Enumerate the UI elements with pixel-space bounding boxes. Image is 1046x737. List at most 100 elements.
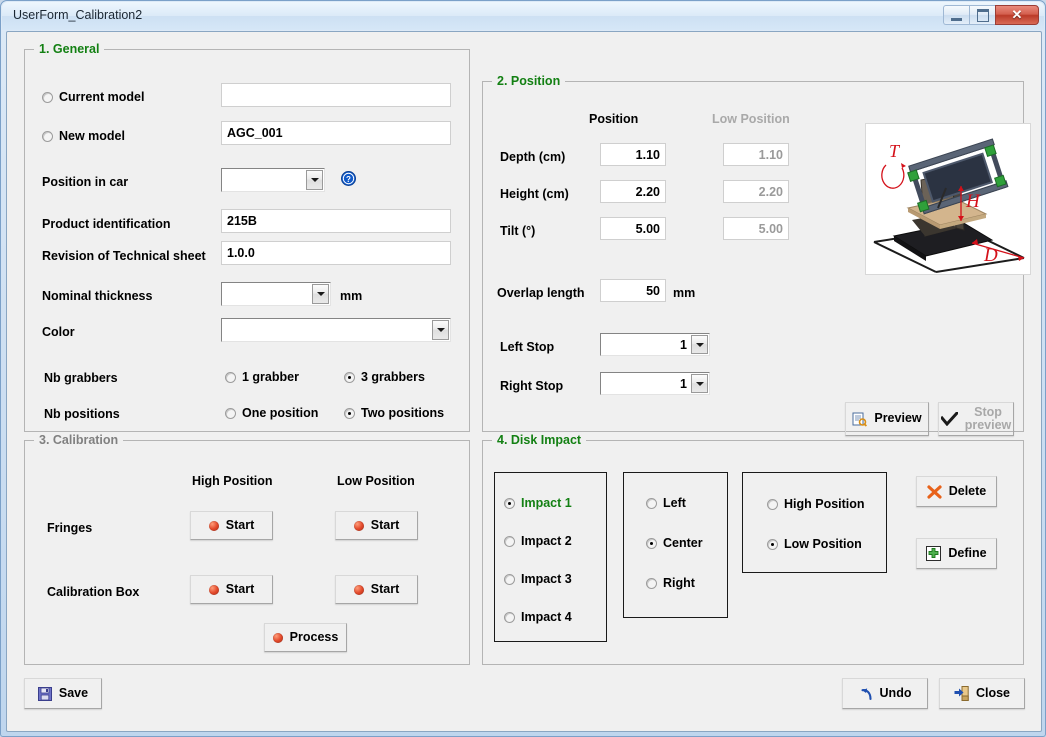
- process-button[interactable]: Process: [264, 623, 347, 652]
- radio-dot-icon: [225, 407, 236, 419]
- label-depth: Depth (cm): [500, 150, 566, 164]
- radio-current-model-label: Current model: [59, 90, 145, 104]
- window-title: UserForm_Calibration2: [13, 8, 143, 22]
- radio-side-right[interactable]: Right: [646, 576, 695, 590]
- calibration-box-high-start-button[interactable]: Start: [190, 575, 273, 604]
- radio-dot-icon: [344, 371, 355, 383]
- impact-position-panel: High Position Low Position: [742, 472, 887, 573]
- radio-impact-4-label: Impact 4: [521, 610, 572, 624]
- radio-dot-icon: [504, 573, 515, 585]
- fringes-low-start-button[interactable]: Start: [335, 511, 418, 540]
- radio-impact-high-position-label: High Position: [784, 497, 865, 511]
- delete-button[interactable]: Delete: [916, 476, 997, 507]
- input-overlap-length[interactable]: 50: [600, 279, 666, 302]
- group-position: 2. Position Position Low Position Depth …: [482, 74, 1031, 436]
- label-nb-grabbers: Nb grabbers: [44, 371, 118, 385]
- calibration-box-low-start-button[interactable]: Start: [335, 575, 418, 604]
- label-nominal-thickness-unit: mm: [340, 289, 363, 303]
- radio-three-grabbers[interactable]: 3 grabbers: [344, 370, 425, 384]
- radio-impact-2-label: Impact 2: [521, 534, 572, 548]
- save-button[interactable]: Save: [24, 678, 102, 709]
- preview-button[interactable]: Preview: [845, 402, 929, 436]
- title-bar: UserForm_Calibration2 ✕: [2, 2, 1044, 30]
- maximize-button[interactable]: [969, 5, 995, 25]
- radio-three-grabbers-label: 3 grabbers: [361, 370, 425, 384]
- radio-impact-1[interactable]: Impact 1: [504, 496, 572, 510]
- input-height-low-position[interactable]: 2.20: [723, 180, 789, 203]
- input-tilt-low-position[interactable]: 5.00: [723, 217, 789, 240]
- group-general: 1. General Current model New model AGC_0…: [24, 42, 470, 432]
- fringes-high-start-button[interactable]: Start: [190, 511, 273, 540]
- radio-one-grabber-label: 1 grabber: [242, 370, 299, 384]
- input-depth-position[interactable]: 1.10: [600, 143, 666, 166]
- stop-preview-button[interactable]: Stop preview: [938, 402, 1014, 436]
- group-disk-impact: 4. Disk Impact Impact 1 Impact 2 Impact …: [482, 433, 1024, 665]
- input-product-identification[interactable]: 215B: [221, 209, 451, 233]
- combo-left-stop[interactable]: 1: [600, 333, 710, 356]
- exit-door-icon: [954, 686, 969, 701]
- radio-one-grabber[interactable]: 1 grabber: [225, 370, 299, 384]
- column-header-low-position: Low Position: [712, 112, 790, 126]
- radio-dot-icon: [646, 537, 657, 549]
- radio-dot-icon: [504, 497, 515, 509]
- chevron-down-icon[interactable]: [432, 320, 449, 340]
- radio-impact-4[interactable]: Impact 4: [504, 610, 572, 624]
- chevron-down-icon[interactable]: [312, 284, 329, 304]
- input-tilt-position[interactable]: 5.00: [600, 217, 666, 240]
- radio-dot-icon: [42, 91, 53, 103]
- help-icon[interactable]: ?: [341, 171, 356, 186]
- save-disk-icon: [37, 686, 52, 701]
- label-tilt: Tilt (°): [500, 224, 536, 238]
- define-button[interactable]: Define: [916, 538, 997, 569]
- add-plus-icon: [926, 546, 942, 561]
- radio-new-model[interactable]: New model: [42, 129, 125, 143]
- combo-position-in-car[interactable]: [221, 168, 325, 192]
- minimize-button[interactable]: [943, 5, 969, 25]
- combo-right-stop[interactable]: 1: [600, 372, 710, 395]
- label-nb-positions: Nb positions: [44, 407, 120, 421]
- radio-current-model[interactable]: Current model: [42, 90, 144, 104]
- group-disk-impact-legend: 4. Disk Impact: [492, 433, 587, 447]
- combo-color[interactable]: [221, 318, 451, 342]
- column-header-position: Position: [589, 112, 639, 126]
- chevron-down-icon[interactable]: [306, 170, 323, 190]
- label-product-identification: Product identification: [42, 217, 171, 231]
- column-header-low-position: Low Position: [337, 474, 415, 488]
- input-new-model[interactable]: AGC_001: [221, 121, 451, 145]
- radio-side-left[interactable]: Left: [646, 496, 686, 510]
- chevron-down-icon[interactable]: [691, 335, 708, 354]
- radio-impact-2[interactable]: Impact 2: [504, 534, 572, 548]
- stop-preview-button-label: Stop preview: [964, 404, 1012, 432]
- input-revision[interactable]: 1.0.0: [221, 241, 451, 265]
- radio-impact-3[interactable]: Impact 3: [504, 572, 572, 586]
- input-current-model[interactable]: [221, 83, 451, 107]
- chevron-down-icon[interactable]: [691, 374, 708, 393]
- input-depth-low-position[interactable]: 1.10: [723, 143, 789, 166]
- close-button[interactable]: Close: [939, 678, 1025, 709]
- radio-one-position[interactable]: One position: [225, 406, 318, 420]
- radio-two-positions[interactable]: Two positions: [344, 406, 444, 420]
- radio-impact-1-label: Impact 1: [521, 496, 572, 510]
- radio-impact-high-position[interactable]: High Position: [767, 497, 865, 511]
- radio-side-center-label: Center: [663, 536, 703, 550]
- undo-button[interactable]: Undo: [842, 678, 928, 709]
- undo-button-label: Undo: [879, 685, 912, 700]
- label-revision: Revision of Technical sheet: [42, 249, 206, 263]
- window-controls: ✕: [943, 5, 1039, 25]
- impact-list-panel: Impact 1 Impact 2 Impact 3 Impact 4: [494, 472, 607, 642]
- combo-nominal-thickness[interactable]: [221, 282, 331, 306]
- delete-button-label: Delete: [948, 483, 987, 498]
- radio-side-center[interactable]: Center: [646, 536, 703, 550]
- red-led-icon: [208, 584, 219, 595]
- radio-side-right-label: Right: [663, 576, 695, 590]
- preview-icon: [852, 412, 868, 427]
- column-header-high-position: High Position: [192, 474, 273, 488]
- group-calibration: 3. Calibration High Position Low Positio…: [24, 433, 470, 665]
- radio-dot-icon: [767, 538, 778, 550]
- radio-dot-icon: [767, 498, 778, 510]
- input-height-position[interactable]: 2.20: [600, 180, 666, 203]
- close-window-button[interactable]: ✕: [995, 5, 1039, 25]
- label-position-in-car: Position in car: [42, 175, 129, 189]
- radio-impact-low-position[interactable]: Low Position: [767, 537, 862, 551]
- delete-x-icon: [927, 484, 942, 499]
